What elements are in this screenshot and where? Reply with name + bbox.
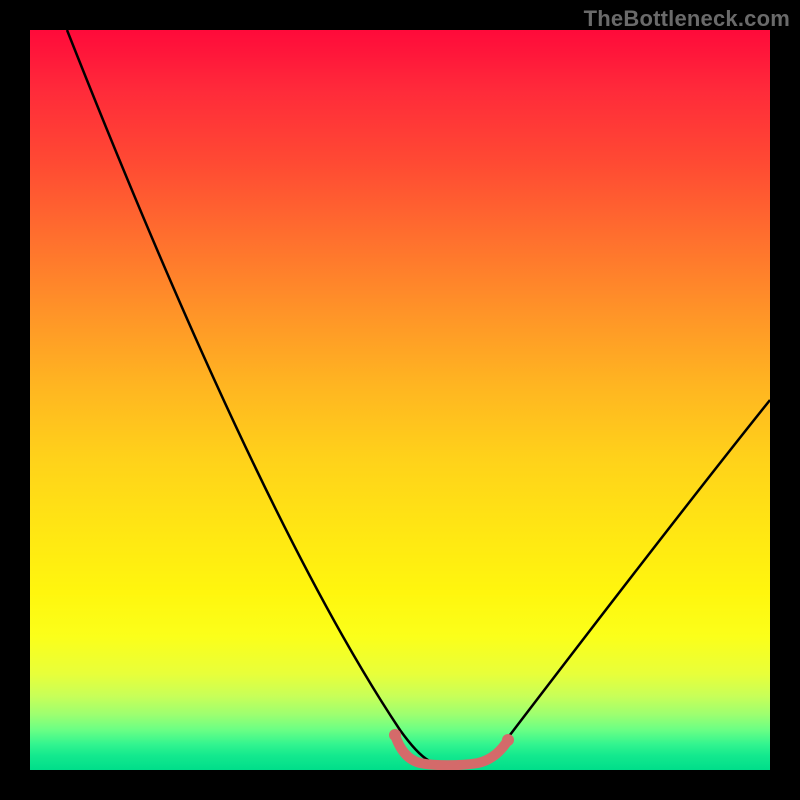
optimal-range-end-dot [502,734,514,746]
optimal-range-highlight [395,735,508,765]
plot-area [30,30,770,770]
optimal-range-start-dot [389,729,401,741]
chart-frame: TheBottleneck.com [0,0,800,800]
watermark-text: TheBottleneck.com [584,6,790,32]
bottleneck-curve [67,30,770,765]
curve-layer [30,30,770,770]
